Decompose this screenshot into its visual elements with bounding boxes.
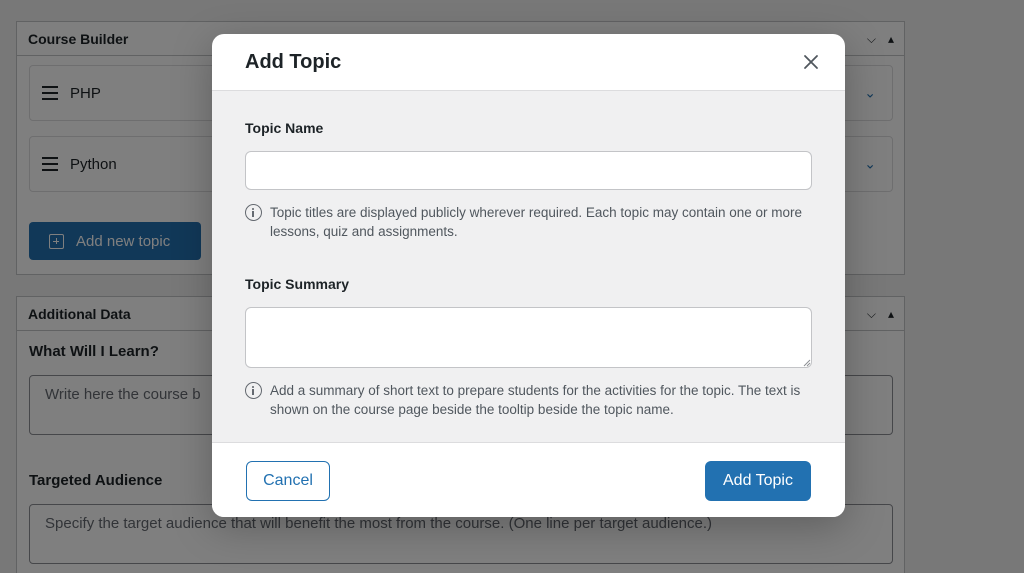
close-icon[interactable]	[801, 52, 821, 72]
topic-summary-textarea[interactable]	[245, 307, 812, 368]
info-icon	[245, 382, 262, 399]
modal-body: Topic Name Topic titles are displayed pu…	[212, 91, 845, 442]
modal-footer: Cancel Add Topic	[212, 442, 845, 517]
info-icon	[245, 204, 262, 221]
topic-name-input[interactable]	[245, 151, 812, 190]
add-topic-submit-button[interactable]: Add Topic	[705, 461, 811, 501]
topic-name-label: Topic Name	[245, 120, 324, 136]
cancel-button[interactable]: Cancel	[246, 461, 330, 501]
topic-summary-label: Topic Summary	[245, 276, 349, 292]
modal-header: Add Topic	[212, 34, 845, 91]
modal-title: Add Topic	[245, 50, 342, 73]
topic-summary-help-text: Add a summary of short text to prepare s…	[270, 383, 801, 417]
topic-summary-help: Add a summary of short text to prepare s…	[245, 381, 815, 419]
topic-name-help: Topic titles are displayed publicly wher…	[245, 203, 815, 241]
topic-name-help-text: Topic titles are displayed publicly wher…	[270, 205, 803, 239]
add-topic-modal: Add Topic Topic Name Topic titles are di…	[212, 34, 845, 517]
resize-handle-icon[interactable]	[803, 359, 811, 367]
